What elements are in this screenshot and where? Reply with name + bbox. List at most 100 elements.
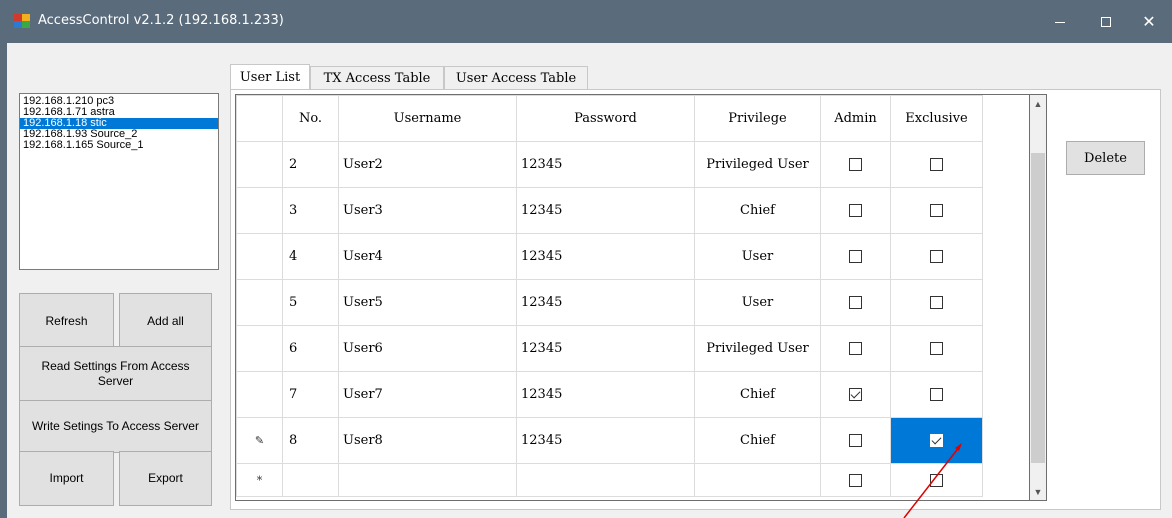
column-header-admin[interactable]: Admin	[820, 95, 891, 142]
table-row[interactable]: 4 User4 12345 User	[236, 233, 983, 280]
admin-checkbox[interactable]	[849, 158, 862, 171]
cell-no[interactable]: 7	[282, 371, 339, 418]
maximize-button[interactable]	[1083, 0, 1129, 43]
tab-user-list[interactable]: User List	[230, 64, 310, 89]
exclusive-checkbox[interactable]	[930, 204, 943, 217]
refresh-button[interactable]: Refresh	[19, 293, 114, 349]
cell-password[interactable]: 12345	[516, 417, 695, 464]
admin-checkbox[interactable]	[849, 473, 862, 487]
cell-exclusive-selected[interactable]	[890, 417, 983, 464]
table-row[interactable]: 2 User2 12345 Privileged User	[236, 141, 983, 188]
user-grid[interactable]: No. Username Password Privilege Admin Ex…	[235, 94, 1030, 501]
cell-password[interactable]: 12345	[516, 371, 695, 418]
cell-username[interactable]: User7	[338, 371, 517, 418]
row-header[interactable]	[236, 141, 283, 188]
cell-privilege[interactable]: User	[694, 279, 821, 326]
cell-admin[interactable]	[820, 463, 891, 497]
tab-tx-access-table[interactable]: TX Access Table	[310, 66, 444, 89]
cell-admin[interactable]	[820, 141, 891, 188]
cell-no[interactable]: 3	[282, 187, 339, 234]
cell-privilege[interactable]: Chief	[694, 417, 821, 464]
cell-username[interactable]: User8	[338, 417, 517, 464]
cell-privilege[interactable]: Chief	[694, 371, 821, 418]
table-row[interactable]: 6 User6 12345 Privileged User	[236, 325, 983, 372]
cell-password[interactable]: 12345	[516, 279, 695, 326]
cell-privilege[interactable]: User	[694, 233, 821, 280]
table-row-new[interactable]: *	[236, 463, 983, 497]
cell-username[interactable]: User4	[338, 233, 517, 280]
column-header-username[interactable]: Username	[338, 95, 517, 142]
cell-exclusive[interactable]	[890, 141, 983, 188]
cell-exclusive[interactable]	[890, 187, 983, 234]
cell-admin[interactable]	[820, 187, 891, 234]
row-header[interactable]	[236, 371, 283, 418]
exclusive-checkbox[interactable]	[930, 388, 943, 401]
cell-no[interactable]: 5	[282, 279, 339, 326]
column-header-password[interactable]: Password	[516, 95, 695, 142]
add-all-button[interactable]: Add all	[119, 293, 212, 349]
cell-privilege[interactable]	[694, 463, 821, 497]
tab-user-access-table[interactable]: User Access Table	[444, 66, 588, 89]
table-row-editing[interactable]: ✎ 8 User8 12345 Chief	[236, 417, 983, 464]
exclusive-checkbox[interactable]	[930, 342, 943, 355]
row-header[interactable]	[236, 187, 283, 234]
admin-checkbox[interactable]	[849, 342, 862, 355]
admin-checkbox[interactable]	[849, 296, 862, 309]
scrollbar-thumb[interactable]	[1031, 153, 1045, 463]
read-settings-button[interactable]: Read Settings From Access Server	[19, 346, 212, 402]
cell-admin[interactable]	[820, 279, 891, 326]
row-header[interactable]	[236, 325, 283, 372]
export-button[interactable]: Export	[119, 451, 212, 506]
cell-password[interactable]: 12345	[516, 187, 695, 234]
row-header-new[interactable]: *	[236, 463, 283, 497]
column-header-no[interactable]: No.	[282, 95, 339, 142]
server-list[interactable]: 192.168.1.210 pc3 192.168.1.71 astra 192…	[19, 93, 219, 270]
cell-privilege[interactable]: Chief	[694, 187, 821, 234]
cell-no[interactable]: 2	[282, 141, 339, 188]
exclusive-checkbox[interactable]	[930, 473, 943, 487]
admin-checkbox-checked[interactable]	[849, 388, 862, 401]
write-settings-button[interactable]: Write Setings To Access Server	[19, 400, 212, 453]
cell-privilege[interactable]: Privileged User	[694, 141, 821, 188]
cell-password[interactable]: 12345	[516, 325, 695, 372]
cell-username[interactable]: User3	[338, 187, 517, 234]
cell-username[interactable]: User5	[338, 279, 517, 326]
exclusive-checkbox-checked[interactable]	[930, 434, 943, 447]
table-row[interactable]: 5 User5 12345 User	[236, 279, 983, 326]
cell-exclusive[interactable]	[890, 325, 983, 372]
server-list-item[interactable]: 192.168.1.165 Source_1	[20, 140, 218, 151]
row-header-editing[interactable]: ✎	[236, 417, 283, 464]
admin-checkbox[interactable]	[849, 204, 862, 217]
cell-exclusive[interactable]	[890, 279, 983, 326]
cell-exclusive[interactable]	[890, 371, 983, 418]
minimize-button[interactable]	[1037, 0, 1083, 43]
cell-admin[interactable]	[820, 371, 891, 418]
cell-privilege[interactable]: Privileged User	[694, 325, 821, 372]
admin-checkbox[interactable]	[849, 250, 862, 263]
cell-exclusive[interactable]	[890, 233, 983, 280]
cell-admin[interactable]	[820, 325, 891, 372]
column-header-exclusive[interactable]: Exclusive	[890, 95, 983, 142]
cell-no[interactable]: 4	[282, 233, 339, 280]
cell-password[interactable]	[516, 463, 695, 497]
column-header-privilege[interactable]: Privilege	[694, 95, 821, 142]
cell-username[interactable]: User2	[338, 141, 517, 188]
exclusive-checkbox[interactable]	[930, 250, 943, 263]
delete-button[interactable]: Delete	[1066, 141, 1145, 175]
close-button[interactable]: ✕	[1126, 0, 1172, 43]
cell-admin[interactable]	[820, 417, 891, 464]
cell-no[interactable]	[282, 463, 339, 497]
scroll-down-icon[interactable]: ▼	[1030, 483, 1046, 500]
grid-vertical-scrollbar[interactable]: ▲ ▼	[1030, 94, 1047, 501]
table-row[interactable]: 3 User3 12345 Chief	[236, 187, 983, 234]
title-bar[interactable]: AccessControl v2.1.2 (192.168.1.233) ✕	[0, 0, 1172, 43]
cell-exclusive[interactable]	[890, 463, 983, 497]
cell-username[interactable]: User6	[338, 325, 517, 372]
exclusive-checkbox[interactable]	[930, 296, 943, 309]
cell-password[interactable]: 12345	[516, 233, 695, 280]
cell-password[interactable]: 12345	[516, 141, 695, 188]
cell-username[interactable]	[338, 463, 517, 497]
cell-no[interactable]: 6	[282, 325, 339, 372]
cell-no[interactable]: 8	[282, 417, 339, 464]
row-header[interactable]	[236, 279, 283, 326]
